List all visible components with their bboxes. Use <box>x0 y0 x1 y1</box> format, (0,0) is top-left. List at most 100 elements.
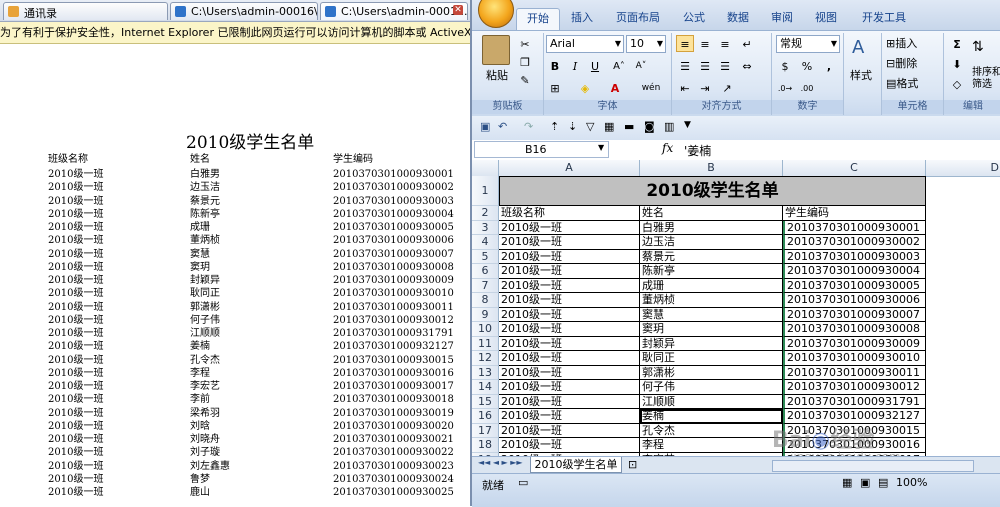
cell-name[interactable]: 蔡景元 <box>640 249 783 264</box>
borders-icon[interactable]: ⊞ <box>546 79 564 96</box>
row-header[interactable]: 8 <box>472 293 499 308</box>
cell-code[interactable]: 2010370301000930009 <box>783 336 926 351</box>
row-header[interactable]: 9 <box>472 307 499 322</box>
sort-filter-button[interactable]: 排序和 筛选 <box>972 67 1000 91</box>
grow-font-icon[interactable]: A˄ <box>610 57 628 74</box>
row-header[interactable]: 2 <box>472 206 499 221</box>
macro-record-icon[interactable]: ▭ <box>518 476 528 489</box>
row-header[interactable]: 4 <box>472 235 499 250</box>
row-header[interactable]: 7 <box>472 278 499 293</box>
cell-class[interactable]: 2010级一班 <box>499 322 640 337</box>
cell-name[interactable]: 耿同正 <box>640 351 783 366</box>
cell-name[interactable]: 陈新亭 <box>640 264 783 279</box>
cell-name[interactable]: 江顺顺 <box>640 394 783 409</box>
cell-class[interactable]: 2010级一班 <box>499 293 640 308</box>
cut-icon[interactable]: ✂ <box>516 35 534 52</box>
row-header[interactable]: 18 <box>472 438 499 453</box>
cell-code[interactable]: 2010370301000930012 <box>783 380 926 395</box>
font-name-select[interactable]: Arial ▼ <box>546 35 624 53</box>
cell-code[interactable]: 2010370301000930010 <box>783 351 926 366</box>
formula-input[interactable]: '姜楠 <box>684 142 711 159</box>
redo-icon[interactable]: ↷ <box>524 120 533 133</box>
camera-icon[interactable]: ◙ <box>644 120 655 133</box>
line-icon[interactable]: ▬ <box>624 120 634 133</box>
paste-button[interactable]: 粘贴 <box>486 67 508 83</box>
tab-page-layout[interactable]: 页面布局 <box>610 8 666 30</box>
font-size-select[interactable]: 10 ▼ <box>626 35 666 53</box>
underline-button[interactable]: U <box>586 57 604 74</box>
customize-toolbar-icon[interactable]: ▼ <box>684 120 691 130</box>
undo-icon[interactable]: ↶ <box>498 120 507 133</box>
decrease-decimal-icon[interactable]: .00 <box>798 79 816 96</box>
row-header[interactable]: 3 <box>472 220 499 235</box>
currency-icon[interactable]: $ <box>776 57 794 74</box>
row-header[interactable]: 14 <box>472 380 499 395</box>
page-break-view-icon[interactable]: ▤ <box>878 476 888 489</box>
zoom-level[interactable]: 100% <box>896 476 927 489</box>
row-header[interactable]: 10 <box>472 322 499 337</box>
align-top-icon[interactable]: ≡ <box>676 35 694 52</box>
tab-insert[interactable]: 插入 <box>564 8 600 30</box>
filter-icon[interactable]: ▽ <box>586 120 594 133</box>
row-header[interactable]: 13 <box>472 365 499 380</box>
fill-icon[interactable]: ⬇ <box>948 55 966 72</box>
cell-class[interactable]: 2010级一班 <box>499 423 640 438</box>
cell-code[interactable]: 2010370301000930006 <box>783 293 926 308</box>
sheet-header-cell[interactable]: 姓名 <box>640 206 783 221</box>
tab-data[interactable]: 数据 <box>720 8 756 30</box>
cell-code[interactable]: 2010370301000931791 <box>783 394 926 409</box>
orientation-icon[interactable]: ↗ <box>718 79 736 96</box>
align-right-icon[interactable]: ☰ <box>716 57 734 74</box>
cell-name[interactable]: 封颖异 <box>640 336 783 351</box>
sheet-tab[interactable]: 2010级学生名单 <box>530 457 622 473</box>
page-layout-view-icon[interactable]: ▣ <box>860 476 870 489</box>
percent-button[interactable]: % <box>798 57 816 74</box>
row-header[interactable]: 1 <box>472 176 499 206</box>
number-format-select[interactable]: 常规 ▼ <box>776 35 840 53</box>
cell-code[interactable]: 2010370301000930011 <box>783 365 926 380</box>
name-box[interactable]: B16 <box>474 141 609 158</box>
cell-name[interactable]: 成珊 <box>640 278 783 293</box>
normal-view-icon[interactable]: ▦ <box>842 476 852 489</box>
sheet-nav-icon[interactable]: ◄◄ ◄ ► ►► <box>478 458 523 467</box>
cell-name[interactable]: 董炳桢 <box>640 293 783 308</box>
cell-name[interactable]: 窦慧 <box>640 307 783 322</box>
sort-filter-icon[interactable]: ⇅ <box>972 39 984 55</box>
sheet-header-cell[interactable]: 班级名称 <box>499 206 640 221</box>
cell-name[interactable]: 何子伟 <box>640 380 783 395</box>
fill-color-icon[interactable]: ◈ <box>576 79 594 96</box>
decrease-indent-icon[interactable]: ⇤ <box>676 79 694 96</box>
table-icon[interactable]: ▦ <box>604 120 614 133</box>
format-painter-icon[interactable]: ✎ <box>516 71 534 88</box>
insert-sheet-icon[interactable]: ⊡ <box>628 458 637 471</box>
cell-name[interactable]: 白雅男 <box>640 220 783 235</box>
chevron-down-icon[interactable]: ▼ <box>598 143 604 152</box>
cell-class[interactable]: 2010级一班 <box>499 235 640 250</box>
cell-code[interactable]: 2010370301000930004 <box>783 264 926 279</box>
row-header[interactable]: 15 <box>472 394 499 409</box>
save-icon[interactable]: ▣ <box>480 120 490 133</box>
shrink-font-icon[interactable]: A˅ <box>632 57 650 74</box>
align-left-icon[interactable]: ☰ <box>676 57 694 74</box>
cell-class[interactable]: 2010级一班 <box>499 249 640 264</box>
cell-class[interactable]: 2010级一班 <box>499 394 640 409</box>
sheet-header-cell[interactable]: 学生编码 <box>783 206 926 221</box>
cell-class[interactable]: 2010级一班 <box>499 264 640 279</box>
phonetic-icon[interactable]: wén <box>638 79 664 96</box>
cell-code[interactable]: 2010370301000930003 <box>783 249 926 264</box>
delete-cells-button[interactable]: ⊟删除 <box>886 55 917 71</box>
align-bottom-icon[interactable]: ≡ <box>716 35 734 52</box>
cell-class[interactable]: 2010级一班 <box>499 365 640 380</box>
row-header[interactable]: 5 <box>472 249 499 264</box>
cell-class[interactable]: 2010级一班 <box>499 380 640 395</box>
cell-name[interactable]: 姜楠 <box>640 409 783 424</box>
row-header[interactable]: 6 <box>472 264 499 279</box>
increase-indent-icon[interactable]: ⇥ <box>696 79 714 96</box>
cell-code[interactable]: 2010370301000930005 <box>783 278 926 293</box>
paste-icon[interactable] <box>482 35 510 65</box>
comma-button[interactable]: , <box>820 57 838 74</box>
cell-class[interactable]: 2010级一班 <box>499 278 640 293</box>
align-middle-icon[interactable]: ≡ <box>696 35 714 52</box>
insert-cells-button[interactable]: ⊞插入 <box>886 35 917 51</box>
tab-home[interactable]: 开始 <box>516 8 560 30</box>
